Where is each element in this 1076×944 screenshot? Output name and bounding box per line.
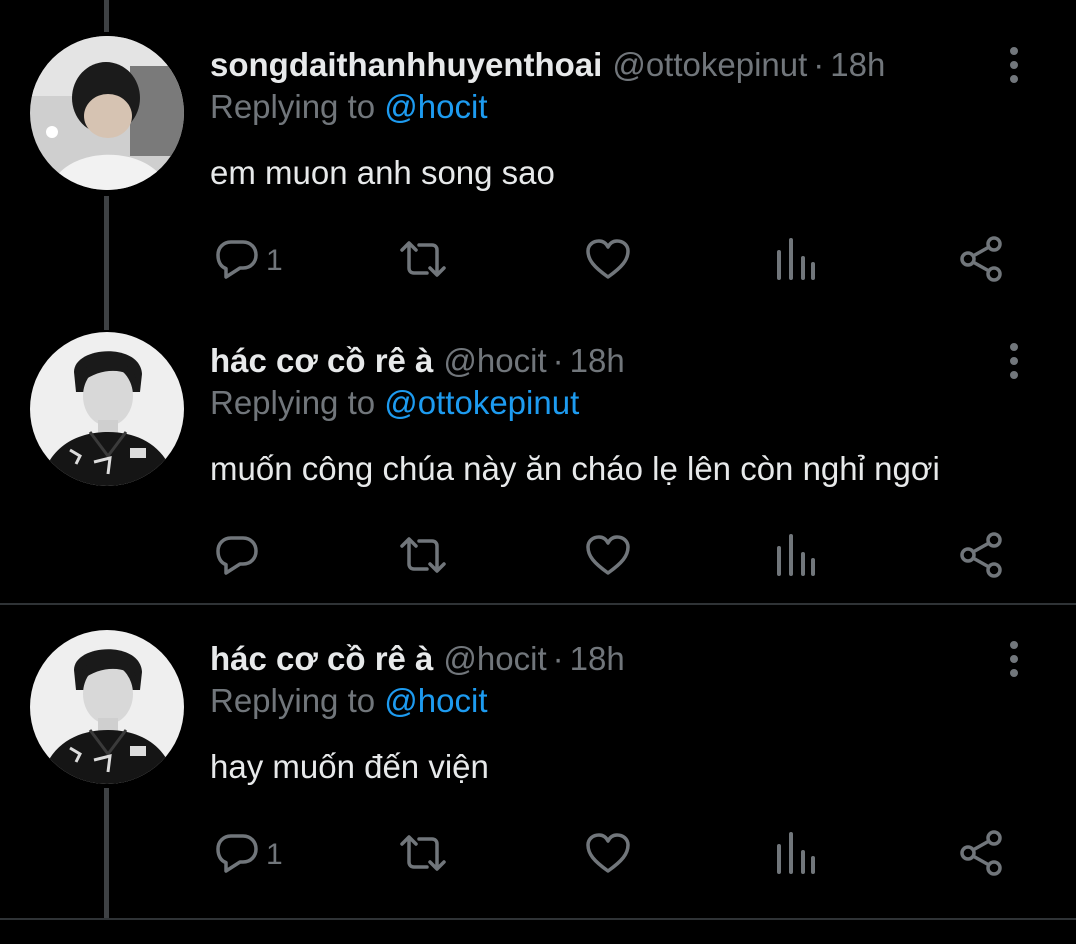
share-button[interactable] bbox=[958, 531, 1006, 583]
reply-button[interactable]: 1 bbox=[214, 236, 283, 286]
more-vertical-icon[interactable] bbox=[1004, 342, 1024, 382]
timestamp[interactable]: 18h bbox=[830, 46, 885, 84]
views-icon bbox=[775, 830, 817, 881]
heart-icon bbox=[584, 830, 632, 881]
mention-link[interactable]: @ottokepinut bbox=[384, 384, 579, 421]
mention-link[interactable]: @hocit bbox=[384, 682, 487, 719]
display-name[interactable]: songdaithanhhuyenthoai bbox=[210, 46, 602, 84]
display-name[interactable]: hác cơ cồ rê à bbox=[210, 640, 433, 678]
share-icon bbox=[958, 235, 1006, 287]
views-button[interactable] bbox=[775, 236, 817, 286]
avatar[interactable] bbox=[30, 332, 184, 486]
replying-prefix: Replying to bbox=[210, 682, 376, 719]
share-icon bbox=[958, 531, 1006, 583]
reply-button[interactable] bbox=[214, 532, 266, 582]
views-icon bbox=[775, 532, 817, 583]
share-icon bbox=[958, 829, 1006, 881]
tweet-divider bbox=[0, 603, 1076, 605]
retweet-button[interactable] bbox=[398, 532, 448, 582]
reply-count: 1 bbox=[266, 838, 283, 871]
more-vertical-icon[interactable] bbox=[1004, 640, 1024, 680]
views-button[interactable] bbox=[775, 830, 817, 880]
like-button[interactable] bbox=[584, 236, 632, 286]
separator-dot: · bbox=[813, 46, 825, 83]
share-button[interactable] bbox=[958, 829, 1006, 881]
user-handle[interactable]: @hocit bbox=[443, 640, 546, 678]
separator-dot: · bbox=[552, 342, 564, 379]
reply-button[interactable]: 1 bbox=[214, 830, 283, 880]
tweet-text: hay muốn đến viện bbox=[210, 748, 489, 785]
retweet-button[interactable] bbox=[398, 236, 448, 286]
action-bar bbox=[0, 531, 1076, 583]
heart-icon bbox=[584, 532, 632, 583]
action-bar: 1 bbox=[0, 829, 1076, 881]
timestamp[interactable]: 18h bbox=[570, 640, 625, 678]
replying-to: Replying to @hocit bbox=[210, 88, 488, 126]
thread-connector-top bbox=[104, 0, 109, 32]
views-button[interactable] bbox=[775, 532, 817, 582]
reply-icon bbox=[214, 532, 260, 583]
user-handle[interactable]: @hocit bbox=[443, 342, 546, 380]
share-button[interactable] bbox=[958, 235, 1006, 287]
reply-icon bbox=[214, 236, 260, 287]
replying-to: Replying to @ottokepinut bbox=[210, 384, 579, 422]
display-name[interactable]: hác cơ cồ rê à bbox=[210, 342, 433, 380]
timestamp[interactable]: 18h bbox=[570, 342, 625, 380]
replying-prefix: Replying to bbox=[210, 384, 376, 421]
action-bar: 1 bbox=[0, 235, 1076, 287]
views-icon bbox=[775, 236, 817, 287]
like-button[interactable] bbox=[584, 830, 632, 880]
avatar[interactable] bbox=[30, 36, 184, 190]
retweet-icon bbox=[398, 830, 448, 881]
retweet-icon bbox=[398, 236, 448, 287]
replying-prefix: Replying to bbox=[210, 88, 376, 125]
tweet-divider bbox=[0, 918, 1076, 920]
retweet-button[interactable] bbox=[398, 830, 448, 880]
tweet-text: em muon anh song sao bbox=[210, 154, 555, 191]
tweet-text: muốn công chúa này ăn cháo lẹ lên còn ng… bbox=[210, 450, 940, 487]
reply-count: 1 bbox=[266, 244, 283, 277]
heart-icon bbox=[584, 236, 632, 287]
replying-to: Replying to @hocit bbox=[210, 682, 488, 720]
separator-dot: · bbox=[552, 640, 564, 677]
user-handle[interactable]: @ottokepinut bbox=[612, 46, 807, 84]
like-button[interactable] bbox=[584, 532, 632, 582]
reply-icon bbox=[214, 830, 260, 881]
mention-link[interactable]: @hocit bbox=[384, 88, 487, 125]
avatar[interactable] bbox=[30, 630, 184, 784]
more-vertical-icon[interactable] bbox=[1004, 46, 1024, 86]
retweet-icon bbox=[398, 532, 448, 583]
